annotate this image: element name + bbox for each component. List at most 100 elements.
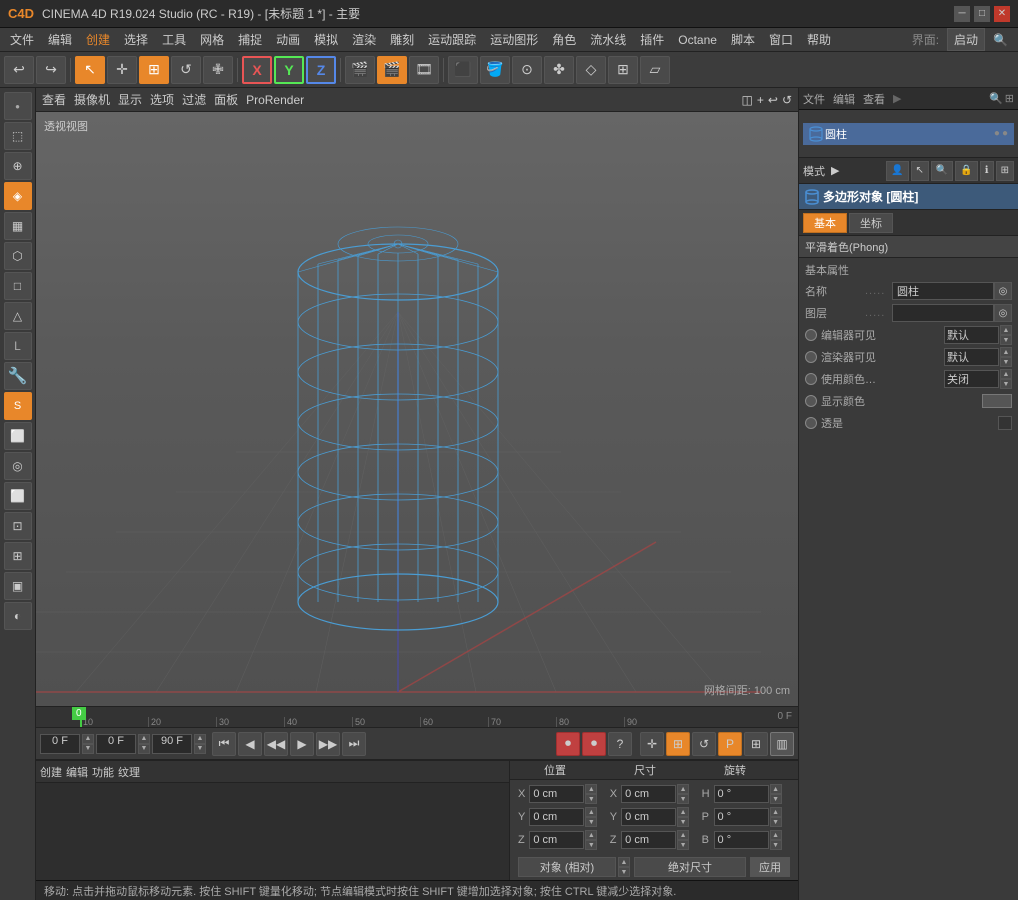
transparent-check[interactable]: [998, 416, 1012, 430]
left-tool-7[interactable]: □: [4, 272, 32, 300]
ys-dn[interactable]: ▼: [677, 817, 689, 827]
layer-input[interactable]: [892, 304, 994, 322]
cube-front[interactable]: ⬛: [448, 56, 478, 84]
p-rot-value[interactable]: 0 °: [714, 808, 769, 826]
plane-btn[interactable]: ▱: [640, 56, 670, 84]
left-tool-16[interactable]: ⊞: [4, 542, 32, 570]
atom-btn[interactable]: ✤: [544, 56, 574, 84]
menu-window[interactable]: 窗口: [763, 29, 799, 50]
transform-tool[interactable]: ✙: [203, 56, 233, 84]
name-icon-btn[interactable]: ◎: [994, 282, 1012, 300]
br-up[interactable]: ▲: [770, 830, 782, 840]
render-view2[interactable]: 🎬: [377, 56, 407, 84]
vt-display[interactable]: 显示: [118, 91, 142, 108]
left-tool-13[interactable]: ◎: [4, 452, 32, 480]
axis-x[interactable]: X: [242, 56, 272, 84]
cylinder-item[interactable]: 圆柱 ● ●: [803, 123, 1014, 145]
menu-pipeline[interactable]: 流水线: [584, 29, 632, 50]
search-icon[interactable]: 🔍: [987, 31, 1014, 49]
mode-cursor[interactable]: ↖: [911, 161, 929, 181]
mini-tab-edit[interactable]: 编辑: [66, 764, 88, 780]
maximize-button[interactable]: □: [974, 6, 990, 22]
all-key[interactable]: ⊞: [744, 732, 768, 756]
select-tool[interactable]: ↖: [75, 56, 105, 84]
z-pos-value[interactable]: 0 cm: [529, 831, 584, 849]
left-tool-8[interactable]: △: [4, 302, 32, 330]
frame-start-dn[interactable]: ▼: [138, 744, 150, 754]
y-size-value[interactable]: 0 cm: [621, 808, 676, 826]
rend-up[interactable]: ▲: [1000, 347, 1012, 357]
menu-mograph[interactable]: 运动图形: [484, 29, 544, 50]
name-input[interactable]: 圆柱: [892, 282, 994, 300]
play-forward-button[interactable]: ▶: [290, 732, 314, 756]
record2-button[interactable]: ⏺: [582, 732, 606, 756]
menu-sculpt[interactable]: 雕刻: [384, 29, 420, 50]
left-tool-1[interactable]: ●: [4, 92, 32, 120]
record-button[interactable]: ⏺: [556, 732, 580, 756]
editor-select[interactable]: 默认: [944, 326, 999, 344]
interface-value[interactable]: 启动: [947, 28, 985, 51]
minimize-button[interactable]: ─: [954, 6, 970, 22]
left-tool-10[interactable]: 🔧: [4, 362, 32, 390]
xp-up[interactable]: ▲: [585, 784, 597, 794]
mini-tab-create[interactable]: 创建: [40, 764, 62, 780]
left-tool-9[interactable]: L: [4, 332, 32, 360]
obj-vis-2[interactable]: ●: [1002, 128, 1008, 139]
obj-header-view[interactable]: 查看: [863, 91, 885, 107]
left-tool-3[interactable]: ⊕: [4, 152, 32, 180]
left-tool-11[interactable]: S: [4, 392, 32, 420]
render-view[interactable]: 🎬: [345, 56, 375, 84]
viewport[interactable]: Y X 透视视图 网格间距: 100 cm: [36, 112, 798, 706]
mode-up[interactable]: ▲: [618, 857, 630, 867]
move-key[interactable]: ✛: [640, 732, 664, 756]
param-key[interactable]: P: [718, 732, 742, 756]
uc-dn[interactable]: ▼: [1000, 379, 1012, 389]
menu-plugins[interactable]: 插件: [634, 29, 670, 50]
pr-up[interactable]: ▲: [770, 807, 782, 817]
vt-options[interactable]: 选项: [150, 91, 174, 108]
zs-dn[interactable]: ▼: [677, 840, 689, 850]
br-dn[interactable]: ▼: [770, 840, 782, 850]
frame-dn[interactable]: ▼: [82, 744, 94, 754]
left-tool-17[interactable]: ▣: [4, 572, 32, 600]
tab-basic[interactable]: 基本: [803, 213, 847, 233]
diamond-btn[interactable]: ◇: [576, 56, 606, 84]
mode-grid[interactable]: ⊞: [996, 161, 1014, 181]
ed-dn[interactable]: ▼: [1000, 335, 1012, 345]
vt-icon-1[interactable]: ◫: [742, 93, 753, 107]
current-frame-input[interactable]: 0 F: [40, 734, 80, 754]
zp-dn[interactable]: ▼: [585, 840, 597, 850]
mode-person[interactable]: 👤: [886, 161, 908, 181]
z-size-value[interactable]: 0 cm: [621, 831, 676, 849]
yp-up[interactable]: ▲: [585, 807, 597, 817]
hr-up[interactable]: ▲: [770, 784, 782, 794]
abs-size[interactable]: 绝对尺寸: [634, 857, 746, 877]
ys-up[interactable]: ▲: [677, 807, 689, 817]
vt-view[interactable]: 查看: [42, 91, 66, 108]
render-all[interactable]: 🎞: [409, 56, 439, 84]
paint-bucket[interactable]: 🪣: [480, 56, 510, 84]
mini-tab-function[interactable]: 功能: [92, 764, 114, 780]
mode-lock[interactable]: 🔒: [955, 161, 977, 181]
axis-y[interactable]: Y: [274, 56, 304, 84]
vt-icon-4[interactable]: ↺: [782, 93, 792, 107]
rotate-key[interactable]: ↺: [692, 732, 716, 756]
vt-filter[interactable]: 过滤: [182, 91, 206, 108]
autokey[interactable]: ▥: [770, 732, 794, 756]
rend-dn[interactable]: ▼: [1000, 357, 1012, 367]
zp-up[interactable]: ▲: [585, 830, 597, 840]
goto-start-button[interactable]: ⏮: [212, 732, 236, 756]
left-tool-15[interactable]: ⊡: [4, 512, 32, 540]
vt-panels[interactable]: 面板: [214, 91, 238, 108]
vt-camera[interactable]: 摄像机: [74, 91, 110, 108]
tab-coords[interactable]: 坐标: [849, 213, 893, 233]
rotate-tool[interactable]: ↺: [171, 56, 201, 84]
b-rot-value[interactable]: 0 °: [714, 831, 769, 849]
uc-up[interactable]: ▲: [1000, 369, 1012, 379]
xp-dn[interactable]: ▼: [585, 794, 597, 804]
ed-up[interactable]: ▲: [1000, 325, 1012, 335]
left-tool-4[interactable]: ◈: [4, 182, 32, 210]
left-tool-5[interactable]: ▦: [4, 212, 32, 240]
frame-end-dn[interactable]: ▼: [194, 744, 206, 754]
mode-dn[interactable]: ▼: [618, 867, 630, 877]
